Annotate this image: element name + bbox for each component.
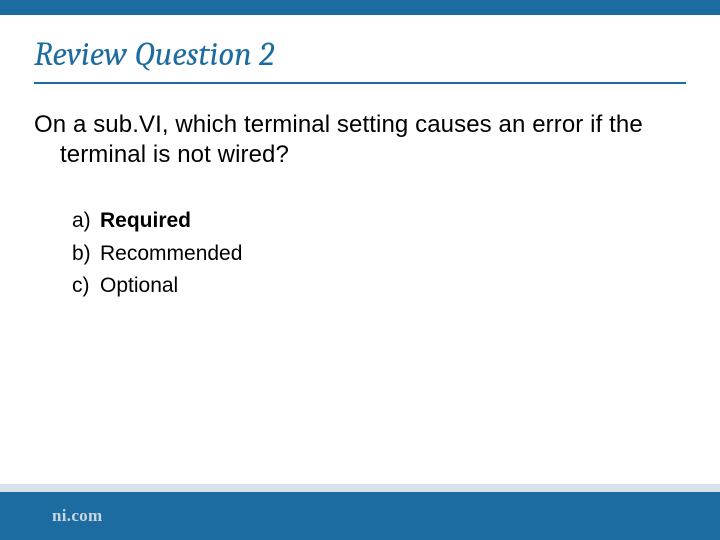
slide: Review Question 2 On a sub.VI, which ter… [0, 0, 720, 540]
top-accent-bar [0, 0, 720, 15]
option-text: Optional [100, 270, 178, 303]
question-text: On a sub.VI, which terminal setting caus… [34, 110, 674, 170]
options-list: a) Required b) Recommended c) Optional [72, 205, 632, 303]
option-b: b) Recommended [72, 238, 632, 271]
option-text: Recommended [100, 238, 242, 271]
option-letter: b) [72, 238, 100, 271]
title-underline [34, 82, 686, 84]
option-letter: c) [72, 270, 100, 303]
footer-brand: ni.com [52, 506, 102, 526]
question-line-1: On a sub.VI, which terminal setting caus… [34, 111, 525, 138]
slide-title: Review Question 2 [34, 36, 274, 74]
option-a: a) Required [72, 205, 632, 238]
option-c: c) Optional [72, 270, 632, 303]
option-letter: a) [72, 205, 100, 238]
option-text: Required [100, 205, 191, 238]
footer-bar: ni.com [0, 492, 720, 540]
